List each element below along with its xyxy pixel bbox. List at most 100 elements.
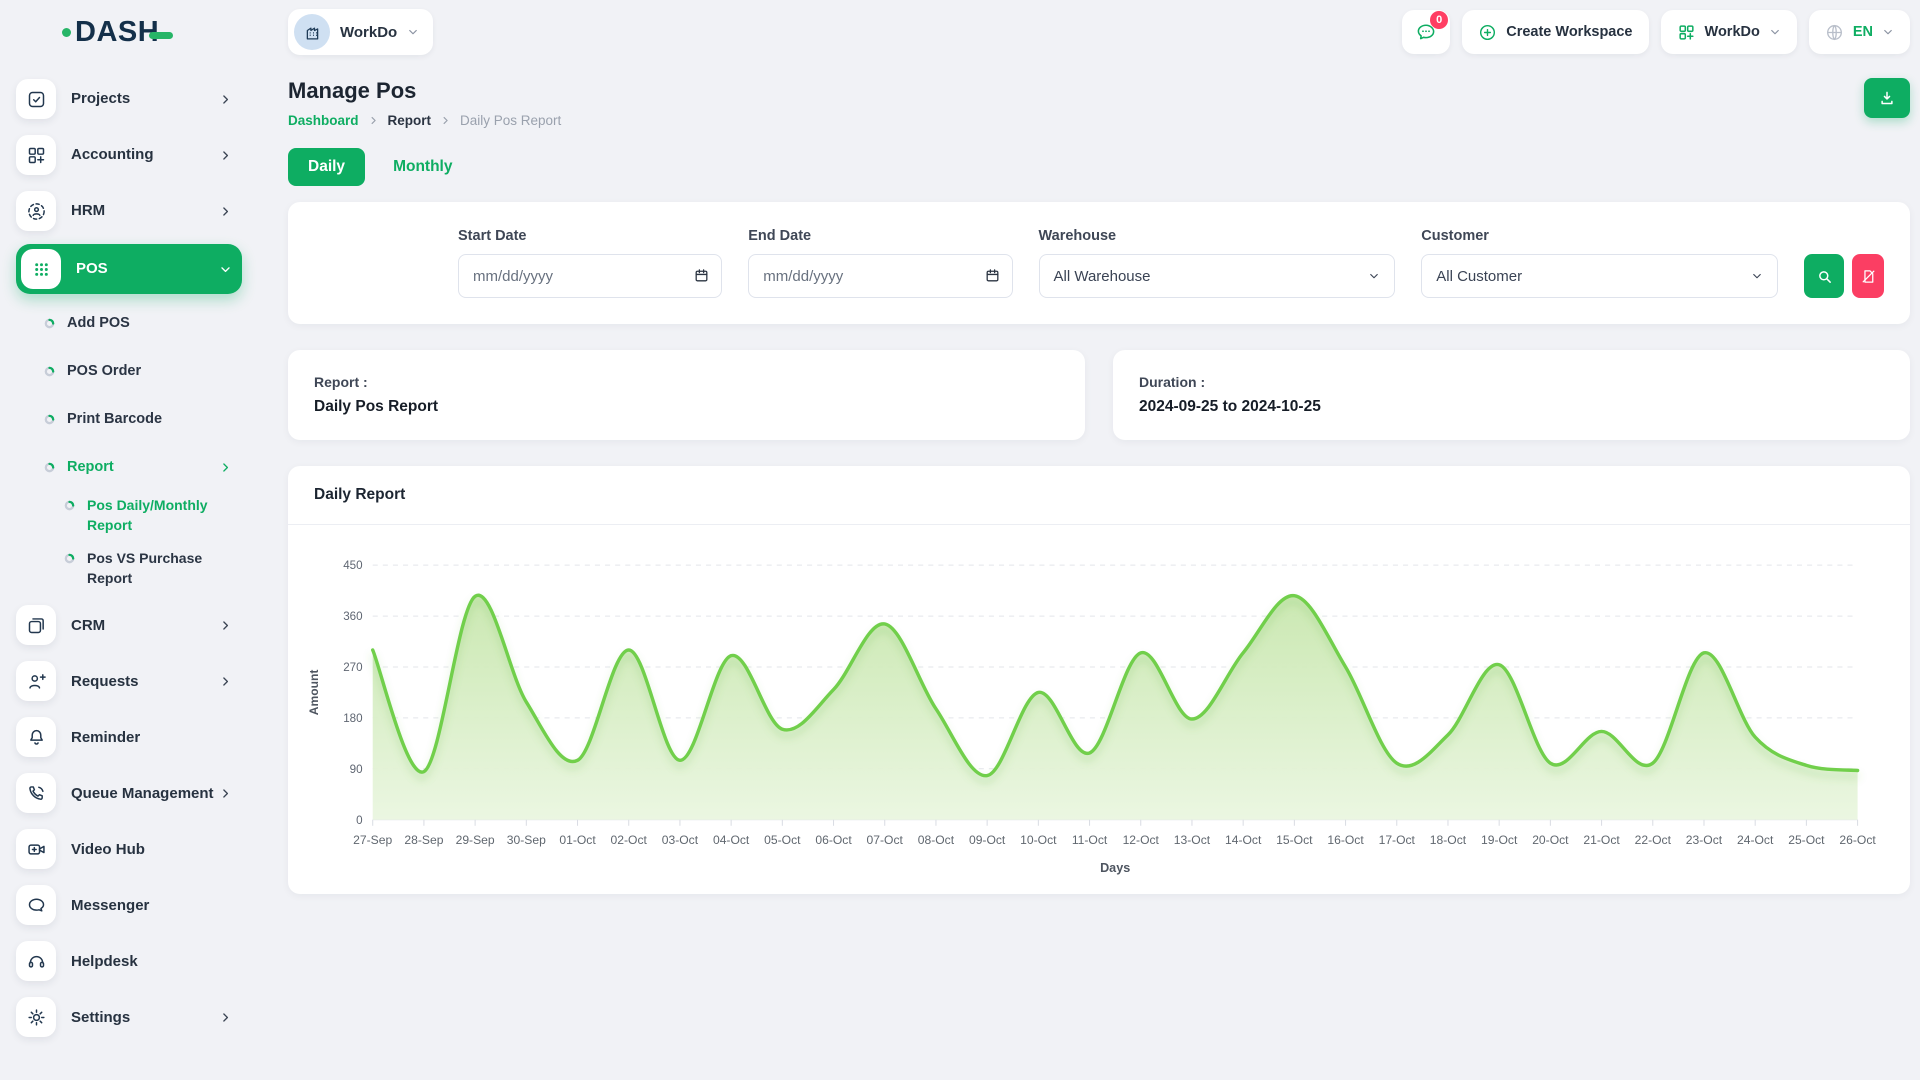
x-tick-label: 27-Sep [353, 833, 392, 847]
reminder-icon [16, 717, 56, 757]
accounting-icon [16, 135, 56, 175]
x-tick-label: 08-Oct [918, 833, 955, 847]
x-tick-label: 23-Oct [1686, 833, 1723, 847]
chevron-right-icon [368, 115, 379, 126]
sidebar-item-pos-vs-purchase-report[interactable]: Pos VS Purchase Report [16, 549, 242, 588]
sidebar-item-label: Print Barcode [67, 411, 162, 427]
duration-label: Duration : [1139, 374, 1884, 390]
end-date-label: End Date [748, 228, 1012, 244]
language-menu-button[interactable]: EN [1809, 10, 1910, 54]
helpdesk-icon [16, 941, 56, 981]
chevron-right-icon [219, 205, 232, 218]
x-tick-label: 05-Oct [764, 833, 801, 847]
page-title: Manage Pos [288, 78, 561, 104]
x-tick-label: 25-Oct [1788, 833, 1825, 847]
sidebar-item-accounting[interactable]: Accounting [16, 132, 242, 178]
create-workspace-button[interactable]: Create Workspace [1462, 10, 1648, 54]
sidebar-item-video-hub[interactable]: Video Hub [16, 826, 242, 872]
filter-card: Start Date End Date Warehouse All Wareho… [288, 202, 1910, 324]
y-tick-label: 450 [343, 559, 362, 572]
reset-filter-button[interactable] [1852, 254, 1884, 298]
plus-circle-icon [1478, 23, 1497, 42]
sidebar-item-label: Pos Daily/Monthly Report [87, 496, 237, 535]
x-tick-label: 21-Oct [1583, 833, 1620, 847]
x-tick-label: 10-Oct [1020, 833, 1057, 847]
sidebar-item-label: Add POS [67, 315, 130, 331]
warehouse-select[interactable]: All Warehouse [1039, 254, 1396, 298]
chevron-right-icon [219, 93, 232, 106]
warehouse-group: Warehouse All Warehouse [1039, 228, 1396, 298]
sidebar-item-hrm[interactable]: HRM [16, 188, 242, 234]
sidebar-item-projects[interactable]: Projects [16, 76, 242, 122]
tab-monthly[interactable]: Monthly [393, 158, 452, 176]
download-report-button[interactable] [1864, 78, 1910, 118]
sidebar-item-reminder[interactable]: Reminder [16, 714, 242, 760]
notifications-button[interactable]: 0 [1402, 10, 1450, 54]
customer-label: Customer [1421, 228, 1778, 244]
topbar-actions: 0 Create Workspace WorkDo EN [1402, 10, 1910, 54]
chevron-right-icon [219, 461, 232, 474]
x-tick-label: 15-Oct [1276, 833, 1313, 847]
chevron-right-icon [219, 619, 232, 632]
chevron-down-icon [219, 263, 232, 276]
x-tick-label: 26-Oct [1839, 833, 1876, 847]
report-summary-card: Report : Daily Pos Report [288, 350, 1085, 440]
circle-bullet-icon [64, 549, 87, 564]
sidebar-item-add-pos[interactable]: Add POS [16, 304, 242, 342]
chevron-right-icon [440, 115, 451, 126]
sidebar-item-print-barcode[interactable]: Print Barcode [16, 400, 242, 438]
sidebar-item-label: POS Order [67, 363, 141, 379]
circle-bullet-icon [44, 366, 67, 377]
x-tick-label: 28-Sep [404, 833, 443, 847]
end-date-input[interactable] [748, 254, 1012, 298]
logo-dash-icon [149, 32, 173, 39]
x-tick-label: 12-Oct [1123, 833, 1160, 847]
y-tick-label: 270 [343, 661, 362, 674]
chart-title: Daily Report [288, 466, 1910, 525]
x-tick-label: 20-Oct [1532, 833, 1569, 847]
top-header: WorkDo 0 Create Workspace WorkDo EN [288, 0, 1910, 64]
y-tick-label: 360 [343, 610, 362, 623]
workspace-menu-button[interactable]: WorkDo [1661, 10, 1797, 54]
tab-daily[interactable]: Daily [288, 148, 365, 186]
breadcrumb: DashboardReportDaily Pos Report [288, 113, 561, 128]
daily-report-area-chart: 09018027036045027-Sep28-Sep29-Sep30-Sep0… [302, 549, 1898, 884]
warehouse-label: Warehouse [1039, 228, 1396, 244]
filter-actions [1804, 254, 1884, 298]
sidebar-item-helpdesk[interactable]: Helpdesk [16, 938, 242, 984]
sidebar-item-pos[interactable]: POS [16, 244, 242, 294]
circle-bullet-icon [64, 496, 87, 511]
sidebar-item-settings[interactable]: Settings [16, 994, 242, 1040]
circle-bullet-icon [44, 318, 67, 329]
hrm-icon [16, 191, 56, 231]
page-head: Manage Pos DashboardReportDaily Pos Repo… [288, 78, 1910, 128]
sidebar-item-crm[interactable]: CRM [16, 602, 242, 648]
sidebar-item-pos-daily-monthly-report[interactable]: Pos Daily/Monthly Report [16, 496, 242, 535]
settings-icon [16, 997, 56, 1037]
customer-select[interactable]: All Customer [1421, 254, 1778, 298]
start-date-group: Start Date [458, 228, 722, 298]
crm-icon [16, 605, 56, 645]
projects-icon [16, 79, 56, 119]
x-tick-label: 06-Oct [815, 833, 852, 847]
sidebar-item-messenger[interactable]: Messenger [16, 882, 242, 928]
sidebar-item-label: HRM [71, 201, 219, 221]
breadcrumb-dashboard[interactable]: Dashboard [288, 113, 359, 128]
daily-report-card: Daily Report 09018027036045027-Sep28-Sep… [288, 466, 1910, 894]
chevron-down-icon [1751, 270, 1763, 282]
sidebar-item-queue-management[interactable]: Queue Management [16, 770, 242, 816]
breadcrumb-report[interactable]: Report [388, 113, 432, 128]
y-tick-label: 0 [356, 814, 362, 827]
sidebar-item-label: Helpdesk [71, 952, 242, 972]
app-logo[interactable]: DASH [0, 0, 260, 64]
search-icon [1816, 268, 1833, 285]
start-date-input[interactable] [458, 254, 722, 298]
workspace-switcher[interactable]: WorkDo [288, 9, 433, 55]
sidebar-item-label: POS [76, 259, 219, 279]
search-button[interactable] [1804, 254, 1844, 298]
sidebar-item-report[interactable]: Report [16, 448, 242, 486]
report-period-tabs: Daily Monthly [288, 148, 1910, 186]
sidebar-item-requests[interactable]: Requests [16, 658, 242, 704]
pos-icon [21, 249, 61, 289]
sidebar-item-pos-order[interactable]: POS Order [16, 352, 242, 390]
